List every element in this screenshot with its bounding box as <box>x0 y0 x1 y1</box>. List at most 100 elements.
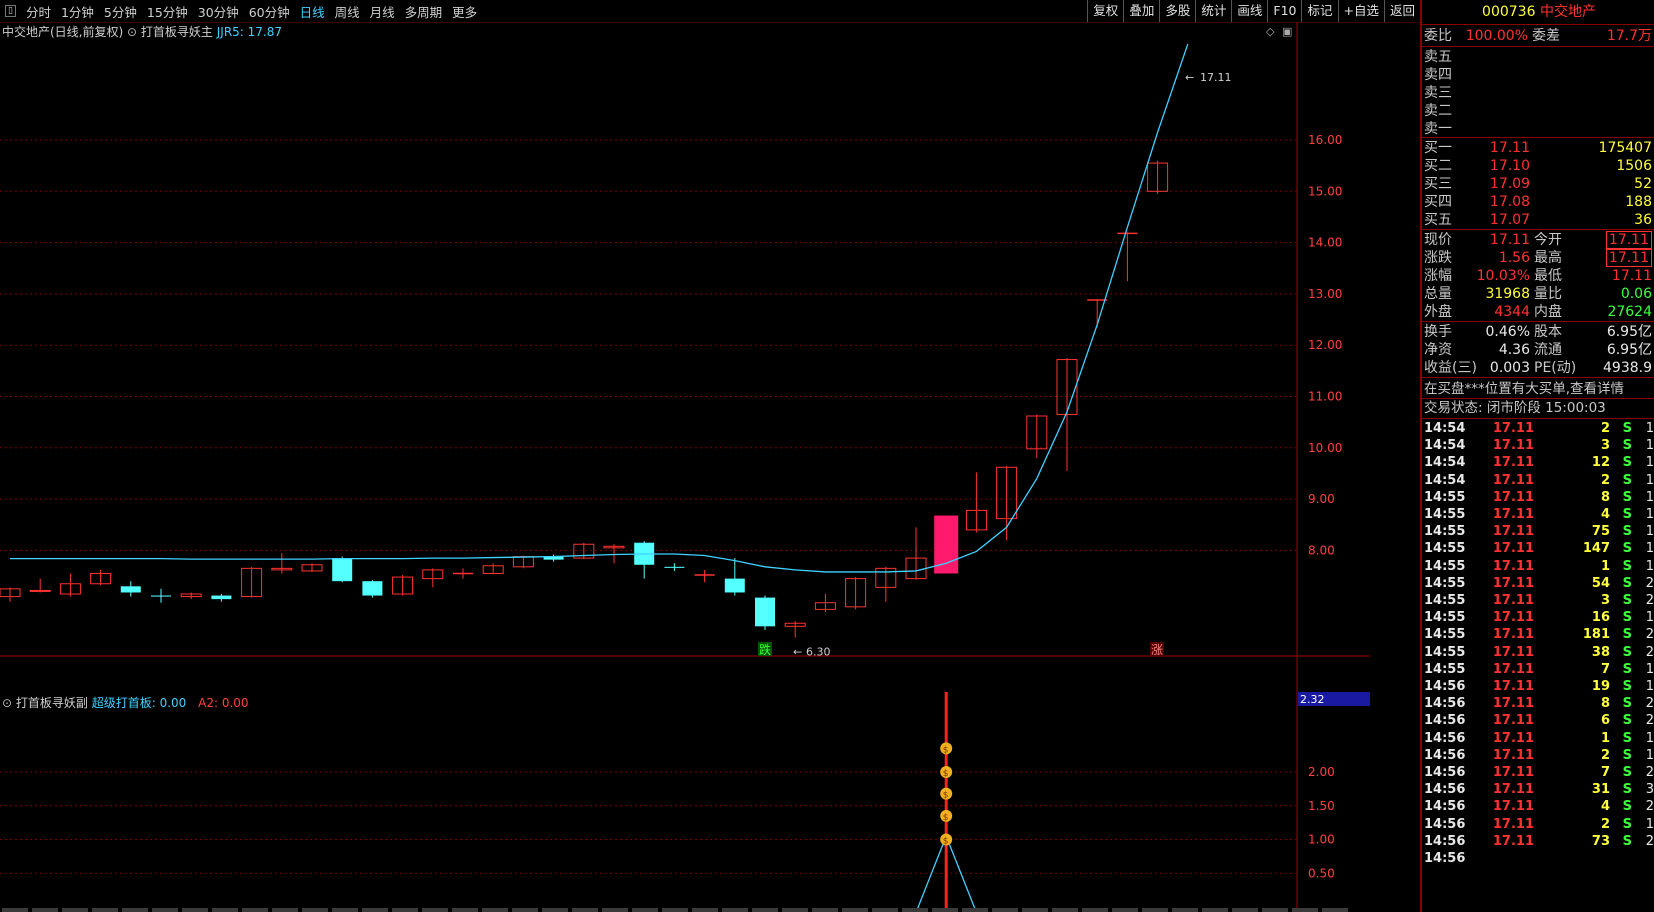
ask-label: 卖五 <box>1424 49 1452 65</box>
indicator-plot[interactable]: 2.00 1.50 1.00 0.50 2.32 $ $ $ $ $ <box>0 692 1370 912</box>
toolbar-button[interactable]: 统计 <box>1195 0 1231 22</box>
tick-row: 14:56 17.11 73 S 2 <box>1422 833 1654 851</box>
ask-row: 卖五 <box>1422 48 1654 67</box>
tick-side: S <box>1622 730 1632 746</box>
bid-label: 买四 <box>1424 194 1452 210</box>
scroll-segment <box>1022 908 1048 912</box>
tick-volume: 12 <box>1591 455 1610 471</box>
bid-row[interactable]: 买三 17.09 52 <box>1422 175 1654 194</box>
stat-value: 1.56 <box>1498 250 1530 266</box>
fund-value: 4.36 <box>1498 342 1530 358</box>
tick-volume: 8 <box>1600 696 1610 712</box>
tick-volume: 31 <box>1591 782 1610 798</box>
candlestick-plot[interactable]: 16.00 15.00 14.00 13.00 12.00 11.00 10.00 9.00 8… <box>0 22 1370 692</box>
tick-count: 1 <box>1645 730 1654 746</box>
stat-label: 总量 <box>1424 286 1452 302</box>
scroll-segment <box>152 908 178 912</box>
bid-row[interactable]: 买五 17.07 36 <box>1422 211 1654 230</box>
ask-row: 卖二 <box>1422 102 1654 121</box>
tick-volume: 2 <box>1600 421 1610 436</box>
sub-y-tick-label: 1.00 <box>1308 833 1335 847</box>
candle-body <box>332 558 353 582</box>
arrow-icon: ← <box>1185 71 1194 84</box>
tick-row: 14:54 17.11 2 S 1 <box>1422 420 1654 438</box>
tick-price: 17.11 <box>1492 644 1534 660</box>
toolbar-button[interactable]: +自选 <box>1337 0 1384 22</box>
period-tab[interactable]: 15分钟 <box>147 2 188 21</box>
bid-row[interactable]: 买二 17.10 1506 <box>1422 157 1654 176</box>
tick-row: 14:56 17.11 6 S 2 <box>1422 712 1654 730</box>
fund-value: 6.95亿 <box>1606 342 1652 358</box>
tick-row: 14:54 17.11 3 S 1 <box>1422 437 1654 455</box>
period-tab[interactable]: 月线 <box>370 2 395 21</box>
bid-row[interactable]: 买一 17.11 175407 <box>1422 139 1654 158</box>
period-tab[interactable]: 30分钟 <box>198 2 239 21</box>
tick-price: 17.11 <box>1492 489 1534 505</box>
toolbar-button[interactable]: 复权 <box>1087 0 1123 22</box>
main-chart[interactable]: 中交地产(日线,前复权) ⊙ 打首板寻妖主 JJR5: 17.87 16.00 1… <box>0 22 1370 692</box>
scroll-segment <box>812 908 838 912</box>
toolbar-button[interactable]: 标记 <box>1301 0 1337 22</box>
tick-count: 2 <box>1645 713 1654 729</box>
sidebar-toggle-icon[interactable]: ▯ <box>5 5 16 17</box>
tick-price: 17.11 <box>1492 782 1534 798</box>
tick-price: 17.11 <box>1492 524 1534 540</box>
weicha-value: 17.7万 <box>1606 28 1652 44</box>
candle <box>392 575 414 596</box>
candle-body <box>664 566 685 568</box>
tick-price: 17.11 <box>1492 713 1534 729</box>
toolbar-button[interactable]: 多股 <box>1159 0 1195 22</box>
tick-volume: 7 <box>1600 661 1610 677</box>
scroll-segment <box>1052 908 1078 912</box>
period-tab[interactable]: 1分钟 <box>61 2 94 21</box>
tick-row: 14:55 17.11 38 S 2 <box>1422 644 1654 662</box>
money-bag-glyph: $ <box>943 745 949 755</box>
tick-volume: 16 <box>1591 610 1610 626</box>
arrow-icon: ← <box>793 646 802 659</box>
tick-count: 2 <box>1645 644 1654 660</box>
tick-side: S <box>1622 833 1632 849</box>
period-tab[interactable]: 更多 <box>452 2 477 21</box>
candle-body <box>755 597 775 627</box>
candle <box>120 581 141 597</box>
bid-row[interactable]: 买四 17.08 188 <box>1422 193 1654 212</box>
notice-row[interactable]: 在买盘***位置有大买单,查看详情 <box>1422 380 1654 399</box>
sub-chart[interactable]: ⊙ 打首板寻妖副 超级打首板: 0.00 A2: 0.00 2.00 1.50 1.… <box>0 692 1370 912</box>
tick-side: S <box>1622 472 1632 488</box>
tick-count: 1 <box>1645 524 1654 540</box>
fund-label: PE(动) <box>1534 360 1577 376</box>
toolbar-button[interactable]: 画线 <box>1231 0 1267 22</box>
toolbar-button[interactable]: 返回 <box>1383 0 1420 22</box>
tick-price: 17.11 <box>1492 438 1534 454</box>
period-tab[interactable]: 日线 <box>300 2 325 21</box>
tick-volume: 4 <box>1600 799 1610 815</box>
money-bag-icon: $ <box>940 742 953 755</box>
toolbar-button[interactable]: 叠加 <box>1123 0 1159 22</box>
period-tab[interactable]: 周线 <box>335 2 360 21</box>
bid-price: 17.07 <box>1489 212 1530 228</box>
tick-price: 17.11 <box>1492 696 1534 712</box>
tick-row: 14:55 17.11 181 S 2 <box>1422 626 1654 644</box>
tick-time: 14:55 <box>1424 558 1466 574</box>
candle <box>543 554 564 562</box>
tick-volume: 3 <box>1600 438 1610 454</box>
scroll-segment <box>1262 908 1288 912</box>
tick-volume: 147 <box>1582 541 1610 557</box>
period-tab[interactable]: 5分钟 <box>104 2 137 21</box>
tick-volume: 6 <box>1600 713 1610 729</box>
period-tab[interactable]: 60分钟 <box>249 2 290 21</box>
tick-count: 1 <box>1645 610 1654 626</box>
big-order-notice[interactable]: 在买盘***位置有大买单,查看详情 <box>1424 380 1624 399</box>
scroll-segment <box>782 908 808 912</box>
tick-price: 17.11 <box>1492 765 1534 780</box>
toolbar-button[interactable]: F10 <box>1267 0 1301 22</box>
tick-time: 14:56 <box>1424 679 1466 694</box>
tick-time: 14:54 <box>1424 472 1466 488</box>
period-tab[interactable]: 分时 <box>26 2 51 21</box>
tick-time: 14:54 <box>1424 421 1466 436</box>
period-tab[interactable]: 多周期 <box>405 2 443 21</box>
candle-body <box>362 581 383 596</box>
scroll-segment <box>1232 908 1258 912</box>
candle <box>362 580 383 598</box>
tick-side: S <box>1622 782 1632 798</box>
